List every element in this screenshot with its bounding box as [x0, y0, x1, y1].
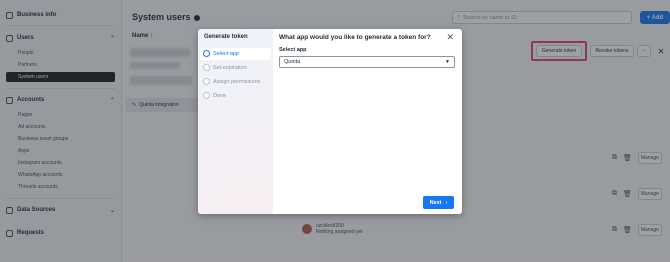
caret-down-icon: ▼	[445, 59, 450, 65]
steps-panel: Generate token Select app Set expiration…	[198, 29, 273, 214]
dialog-question: What app would you like to generate a to…	[279, 34, 431, 41]
steps-title: Generate token	[204, 34, 248, 40]
generate-token-dialog: Generate token Select app Set expiration…	[198, 29, 462, 214]
step-circle-icon	[203, 50, 210, 57]
close-icon[interactable]: ✕	[446, 32, 454, 43]
step-assign-permissions: Assign permissions	[203, 77, 260, 86]
dialog-content: What app would you like to generate a to…	[273, 29, 462, 214]
chevron-right-icon: ›	[445, 199, 448, 206]
select-app-dropdown[interactable]: Quinta ▼	[279, 56, 455, 68]
step-circle-icon	[203, 64, 210, 71]
step-circle-icon	[203, 78, 210, 85]
next-button[interactable]: Next ›	[423, 196, 454, 209]
step-done: Done	[203, 91, 226, 100]
step-set-expiration: Set expiration	[203, 63, 247, 72]
step-select-app[interactable]: Select app	[203, 49, 239, 58]
select-app-label: Select app	[279, 47, 307, 53]
step-circle-icon	[203, 92, 210, 99]
